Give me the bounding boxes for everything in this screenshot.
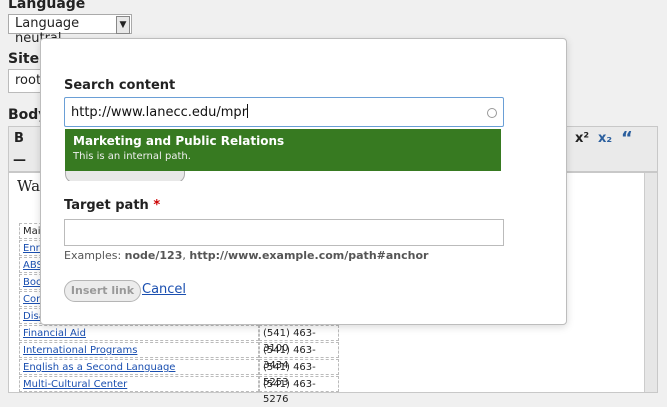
link-dialog: Search content http://www.lanecc.edu/mpr…	[40, 38, 567, 325]
autocomplete-suggestion[interactable]: Marketing and Public Relations This is a…	[65, 129, 501, 171]
table-cell-phone: (541) 463-3100	[259, 325, 339, 354]
text-cursor	[247, 104, 249, 118]
target-path-input[interactable]	[64, 219, 504, 246]
search-content-label: Search content	[64, 78, 176, 93]
suggestion-description: This is an internal path.	[73, 151, 191, 162]
cancel-link[interactable]: Cancel	[142, 282, 186, 297]
table-cell-name[interactable]: International Programs	[19, 342, 259, 358]
target-path-label-text: Target path	[64, 198, 149, 213]
superscript-button[interactable]: x²	[575, 131, 589, 146]
suggestion-title: Marketing and Public Relations	[73, 134, 285, 148]
bold-button[interactable]: B	[14, 131, 24, 146]
example-node: node/123	[124, 249, 183, 262]
search-input[interactable]: http://www.lanecc.edu/mpr	[64, 97, 504, 127]
blockquote-button[interactable]: “	[621, 128, 633, 149]
chevron-down-icon[interactable]: ▼	[116, 16, 130, 34]
horizontal-rule-button[interactable]: —	[13, 153, 26, 168]
table-cell-name[interactable]: Multi-Cultural Center	[19, 376, 259, 392]
open-browser-button-partial[interactable]	[65, 171, 185, 181]
search-input-value: http://www.lanecc.edu/mpr	[71, 105, 248, 120]
language-label: Language	[8, 0, 86, 12]
throbber-icon	[487, 108, 497, 118]
table-cell-phone: (541) 463-3434	[259, 342, 339, 371]
example-url: http://www.example.com/path#anchor	[189, 249, 429, 262]
examples-prefix: Examples:	[64, 249, 125, 262]
target-path-label: Target path *	[64, 198, 160, 213]
target-path-examples: Examples: node/123, http://www.example.c…	[64, 249, 428, 262]
subscript-button[interactable]: x₂	[598, 131, 612, 146]
editor-scrollbar[interactable]	[644, 173, 657, 392]
table-cell-phone: (541) 463-5276	[259, 376, 339, 405]
table-cell-phone: (541) 463-5253	[259, 359, 339, 388]
insert-link-button[interactable]: Insert link	[64, 280, 141, 302]
table-cell-name[interactable]: English as a Second Language	[19, 359, 259, 375]
table-cell-name[interactable]: Financial Aid	[19, 325, 259, 341]
editor-text: Wa	[17, 177, 41, 195]
required-marker: *	[153, 198, 161, 213]
language-select[interactable]: Language neutral ▼	[8, 14, 132, 46]
